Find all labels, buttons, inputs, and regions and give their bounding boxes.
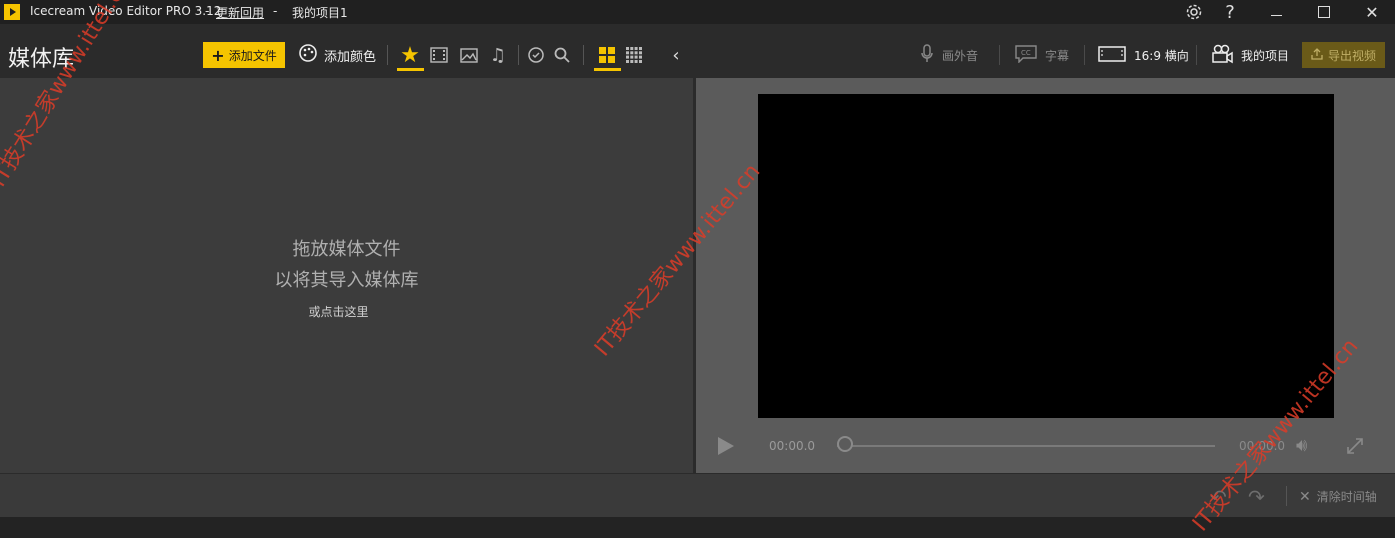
toolbar-divider bbox=[518, 45, 519, 65]
collapse-chevron-left-icon[interactable]: ‹ bbox=[665, 44, 687, 66]
subtitles-label: 字幕 bbox=[1045, 48, 1070, 63]
header-divider bbox=[999, 45, 1000, 65]
search-icon[interactable] bbox=[551, 44, 573, 66]
title-separator: - bbox=[205, 4, 210, 18]
footer-bar bbox=[0, 517, 1395, 538]
svg-text:CC: CC bbox=[1021, 49, 1031, 57]
toolbar-divider bbox=[387, 45, 388, 65]
voiceover-button[interactable]: 画外音 bbox=[920, 42, 978, 68]
active-filter-indicator bbox=[397, 68, 424, 71]
video-preview bbox=[758, 94, 1334, 418]
app-logo-icon bbox=[4, 4, 20, 20]
timeline-border bbox=[0, 473, 1395, 474]
timeline-divider bbox=[1286, 486, 1287, 506]
close-x-icon: ✕ bbox=[1299, 488, 1311, 505]
aspect-ratio-frame-icon bbox=[1098, 45, 1126, 65]
click-here-link[interactable]: 或点击这里 bbox=[0, 303, 677, 320]
aspect-ratio-button[interactable]: 16:9 横向 bbox=[1098, 42, 1189, 68]
add-file-label: 添加文件 bbox=[228, 48, 277, 63]
plus-icon: + bbox=[211, 45, 225, 65]
subtitles-button[interactable]: CC 字幕 bbox=[1015, 42, 1069, 68]
clear-timeline-button[interactable]: ✕ 清除时间轴 bbox=[1299, 488, 1377, 505]
help-icon[interactable]: ? bbox=[1208, 0, 1252, 24]
filter-image-icon[interactable] bbox=[458, 44, 480, 66]
add-color-button[interactable]: 添加颜色 bbox=[298, 42, 376, 68]
add-file-button[interactable]: + 添加文件 bbox=[203, 42, 285, 68]
title-separator: - bbox=[273, 4, 278, 18]
seek-handle[interactable] bbox=[837, 436, 853, 452]
close-icon[interactable]: ✕ bbox=[1350, 0, 1394, 24]
fullscreen-icon[interactable] bbox=[1345, 436, 1365, 456]
redo-icon[interactable]: ↷ bbox=[1248, 485, 1265, 509]
project-label: 我的项目 bbox=[1241, 48, 1290, 63]
drop-hint-line1: 拖放媒体文件 bbox=[292, 239, 401, 260]
large-grid-view-icon[interactable] bbox=[596, 44, 618, 66]
export-video-button[interactable]: 导出视频 bbox=[1302, 42, 1385, 68]
export-label: 导出视频 bbox=[1327, 48, 1376, 63]
app-title: Icecream Video Editor PRO 3.12 bbox=[30, 4, 222, 18]
aspect-ratio-label: 16:9 横向 bbox=[1134, 48, 1189, 63]
project-button[interactable]: 我的项目 bbox=[1211, 42, 1289, 68]
subtitles-cc-icon: CC bbox=[1015, 44, 1037, 66]
header-divider bbox=[1084, 45, 1085, 65]
add-color-label: 添加颜色 bbox=[324, 49, 377, 65]
seek-bar[interactable] bbox=[837, 445, 1215, 447]
filter-all-star-icon[interactable]: ★ bbox=[399, 43, 421, 68]
whats-new-link[interactable]: 更新回用 bbox=[216, 4, 264, 21]
clear-timeline-label: 清除时间轴 bbox=[1316, 490, 1377, 504]
project-name: 我的项目1 bbox=[292, 6, 348, 20]
clock-check-icon[interactable] bbox=[525, 44, 547, 66]
maximize-icon[interactable] bbox=[1302, 0, 1346, 24]
volume-icon[interactable]: 🔊︎ bbox=[1296, 435, 1307, 456]
microphone-icon bbox=[920, 43, 934, 67]
header-divider bbox=[1196, 45, 1197, 65]
filter-audio-icon[interactable]: ♫ bbox=[487, 44, 509, 66]
palette-icon bbox=[298, 43, 318, 67]
drop-hint-line2: 以将其导入媒体库 bbox=[274, 270, 419, 291]
toolbar-divider bbox=[583, 45, 584, 65]
current-time: 00:00.0 bbox=[769, 439, 816, 453]
filter-video-icon[interactable] bbox=[428, 44, 450, 66]
voiceover-label: 画外音 bbox=[942, 48, 979, 63]
small-grid-view-icon[interactable] bbox=[623, 44, 645, 66]
camera-icon bbox=[1211, 44, 1233, 67]
timeline-area bbox=[0, 473, 1395, 517]
play-icon[interactable] bbox=[718, 437, 734, 455]
minimize-icon[interactable] bbox=[1254, 0, 1298, 24]
active-view-indicator bbox=[594, 68, 621, 71]
upload-icon bbox=[1311, 47, 1323, 63]
